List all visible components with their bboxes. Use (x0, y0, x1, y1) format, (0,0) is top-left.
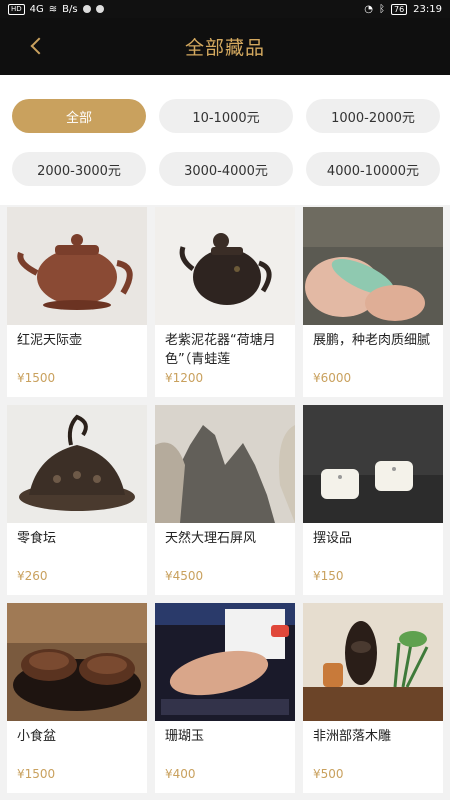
header: 全部藏品 (0, 18, 450, 75)
filter-chip-10-1000[interactable]: 10-1000元 (159, 99, 293, 133)
product-price: ¥150 (313, 569, 344, 583)
product-price: ¥1200 (165, 371, 204, 385)
product-image-snack-jar (7, 405, 147, 523)
battery-indicator: 76 (390, 3, 408, 15)
filter-chip-all[interactable]: 全部 (12, 99, 146, 133)
wifi-icon: ≋ (48, 3, 58, 15)
alarm-icon: ◔ (364, 3, 373, 15)
product-image-teapot (7, 207, 147, 325)
product-name: 展鹏，种老肉质细腻 (313, 333, 431, 348)
filter-chip-3000-4000[interactable]: 3000-4000元 (159, 152, 293, 186)
product-card[interactable]: 天然大理石屏风 ¥4500 (155, 405, 295, 595)
product-name: 珊瑚玉 (165, 729, 205, 744)
product-price: ¥6000 (313, 371, 352, 385)
network-badge: HD (8, 3, 25, 15)
product-name: 天然大理石屏风 (165, 531, 257, 546)
product-price: ¥500 (313, 767, 344, 781)
product-name: 红泥天际壶 (17, 333, 83, 348)
filter-chip-4000-10000[interactable]: 4000-10000元 (306, 152, 440, 186)
status-bar: HD 4G ≋ B/s ◔ ᛒ 76 23:19 (0, 0, 450, 18)
product-price: ¥1500 (17, 371, 56, 385)
chevron-left-icon (30, 37, 48, 55)
product-card[interactable]: 展鹏，种老肉质细腻 ¥6000 (303, 207, 443, 397)
product-card[interactable]: 摆设品 ¥150 (303, 405, 443, 595)
product-image-snack-bowl (7, 603, 147, 721)
product-card[interactable]: 珊瑚玉 ¥400 (155, 603, 295, 793)
product-image-jade (303, 207, 443, 325)
product-name: 摆设品 (313, 531, 353, 546)
product-image-coral-jade (155, 603, 295, 721)
product-image-clay-vessel (155, 207, 295, 325)
product-price: ¥400 (165, 767, 196, 781)
product-name: 零食坛 (17, 531, 57, 546)
product-card[interactable]: 红泥天际壶 ¥1500 (7, 207, 147, 397)
price-filter-bar: 全部 10-1000元 1000-2000元 2000-3000元 3000-4… (0, 75, 450, 205)
filter-chip-1000-2000[interactable]: 1000-2000元 (306, 99, 440, 133)
clock: 23:19 (413, 3, 442, 15)
filter-chip-2000-3000[interactable]: 2000-3000元 (12, 152, 146, 186)
speed-indicator: B/s (62, 3, 78, 15)
product-price: ¥260 (17, 569, 48, 583)
collection-grid: 红泥天际壶 ¥1500 老紫泥花器“荷塘月色”（青蛙莲 ¥1200 展鹏，种老肉… (0, 205, 450, 800)
product-card[interactable]: 非洲部落木雕 ¥500 (303, 603, 443, 793)
product-name: 老紫泥花器“荷塘月色”（青蛙莲 (165, 333, 276, 367)
product-name: 小食盆 (17, 729, 57, 744)
product-card[interactable]: 小食盆 ¥1500 (7, 603, 147, 793)
product-card[interactable]: 零食坛 ¥260 (7, 405, 147, 595)
signal-indicator: 4G (29, 3, 44, 15)
bluetooth-icon: ᛒ (378, 3, 385, 15)
back-button[interactable] (22, 32, 50, 60)
product-price: ¥1500 (17, 767, 56, 781)
notification-icon-2 (95, 5, 104, 13)
product-image-wood-carving (303, 603, 443, 721)
product-card[interactable]: 老紫泥花器“荷塘月色”（青蛙莲 ¥1200 (155, 207, 295, 397)
product-image-ornaments (303, 405, 443, 523)
page-title: 全部藏品 (184, 37, 265, 59)
product-name: 非洲部落木雕 (313, 729, 392, 744)
product-image-marble-screen (155, 405, 295, 523)
notification-icon (82, 5, 91, 13)
product-price: ¥4500 (165, 569, 204, 583)
